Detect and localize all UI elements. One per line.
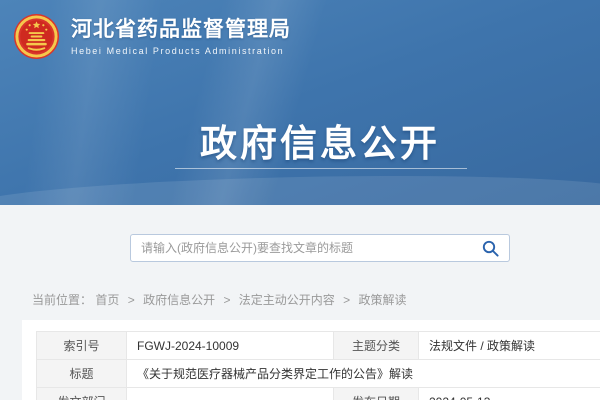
info-table: 索引号 FGWJ-2024-10009 主题分类 法规文件 / 政策解读 标题 … [36,331,600,400]
site-title: 河北省药品监督管理局 [71,17,291,43]
breadcrumb-separator: > [343,293,350,307]
field-label-title: 标题 [37,360,127,388]
field-value-index-number: FGWJ-2024-10009 [127,332,334,360]
table-row: 发文部门 发布日期 2024-05-13 [37,388,600,400]
field-label-index-number: 索引号 [37,332,127,360]
breadcrumb-separator: > [223,293,230,307]
table-row: 索引号 FGWJ-2024-10009 主题分类 法规文件 / 政策解读 [37,332,600,360]
hero-banner: 河北省药品监督管理局 Hebei Medical Products Admini… [0,0,600,205]
national-emblem-icon [13,13,60,60]
search-input[interactable] [130,234,510,262]
field-value-issuing-department [127,388,334,400]
lower-section: 当前位置： 首页 > 政府信息公开 > 法定主动公开内容 > 政策解读 索引号 … [0,205,600,400]
breadcrumb-item-home[interactable]: 首页 [95,293,119,307]
field-label-publish-date: 发布日期 [334,388,419,400]
field-value-title: 《关于规范医疗器械产品分类界定工作的公告》解读 [127,360,600,388]
field-value-topic-category: 法规文件 / 政策解读 [419,332,600,360]
breadcrumb-item-statutory-disclosure[interactable]: 法定主动公开内容 [239,293,335,307]
field-label-issuing-department: 发文部门 [37,388,127,400]
field-label-topic-category: 主题分类 [334,332,419,360]
site-brand-text: 河北省药品监督管理局 Hebei Medical Products Admini… [71,17,291,56]
breadcrumb: 当前位置： 首页 > 政府信息公开 > 法定主动公开内容 > 政策解读 [32,291,407,308]
title-underline [175,168,467,169]
breadcrumb-separator: > [128,293,135,307]
content-card: 索引号 FGWJ-2024-10009 主题分类 法规文件 / 政策解读 标题 … [22,320,600,400]
page-title: 政府信息公开 [0,113,600,167]
site-subtitle: Hebei Medical Products Administration [71,46,291,56]
field-value-publish-date: 2024-05-13 [419,388,600,400]
search-box [130,234,510,262]
page: 河北省药品监督管理局 Hebei Medical Products Admini… [0,0,600,400]
breadcrumb-label: 当前位置： [32,293,92,307]
breadcrumb-item-gov-info[interactable]: 政府信息公开 [143,293,215,307]
site-brand[interactable]: 河北省药品监督管理局 Hebei Medical Products Admini… [13,13,291,60]
search-icon[interactable] [482,240,499,257]
table-row: 标题 《关于规范医疗器械产品分类界定工作的公告》解读 [37,360,600,388]
breadcrumb-item-policy-interpretation[interactable]: 政策解读 [359,293,407,307]
